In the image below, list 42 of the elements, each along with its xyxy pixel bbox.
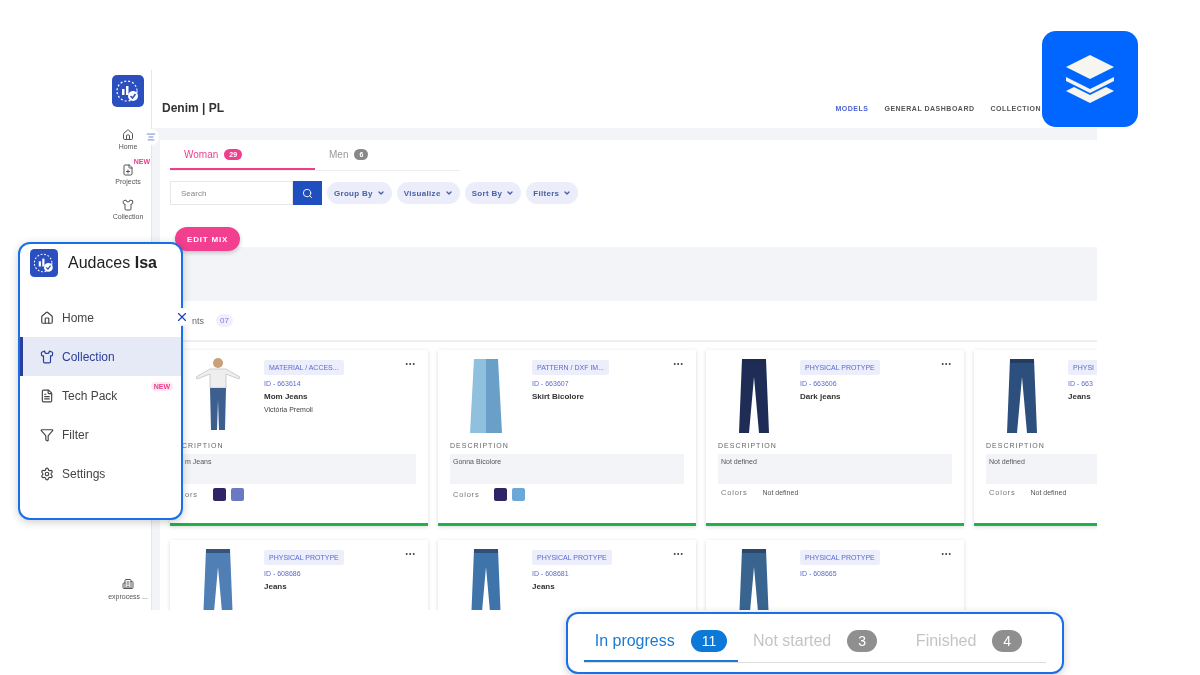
caret-icon xyxy=(376,189,385,197)
menu-item[interactable]: Collection xyxy=(20,337,181,376)
dropdown-button[interactable]: Visualize xyxy=(396,182,460,204)
app-icon[interactable] xyxy=(1042,31,1138,127)
document-icon xyxy=(40,388,54,403)
caret-icon xyxy=(444,189,453,197)
dropdown-button[interactable]: Filters xyxy=(526,182,579,204)
caret-icon xyxy=(506,189,515,197)
close-icon xyxy=(175,310,189,324)
building-icon xyxy=(122,578,134,590)
search-button[interactable] xyxy=(293,181,322,205)
count-badge: 4 xyxy=(992,630,1023,652)
product-name: Dark jeans xyxy=(800,392,842,401)
product-name: Mom Jeans xyxy=(264,392,309,401)
brand-name: Audaces Isa xyxy=(68,254,157,272)
settings-icon xyxy=(40,466,54,481)
logo-icon xyxy=(30,249,58,277)
home-icon xyxy=(122,129,134,141)
section-label: nts xyxy=(192,315,204,326)
status-tab[interactable]: In progress 11 xyxy=(584,622,738,662)
menu-item[interactable]: Home xyxy=(20,298,181,337)
dropdown-button[interactable]: Sort By xyxy=(464,182,522,204)
shirt-icon xyxy=(40,349,54,364)
caret-icon xyxy=(563,189,572,197)
document-plus-icon xyxy=(122,164,134,176)
filter-icon xyxy=(40,427,54,442)
page-title: Denim | PL xyxy=(162,101,225,115)
product-name: Jeans xyxy=(264,582,288,591)
product-name: Skirt Bicolore xyxy=(532,392,585,401)
search-field[interactable]: Search xyxy=(170,181,293,205)
dropdown-button[interactable]: Group By xyxy=(327,182,392,204)
count-badge: 11 xyxy=(690,630,728,652)
product-name: Jeans xyxy=(532,582,556,591)
edit-mix-button[interactable]: EDIT MIX xyxy=(175,227,241,251)
logo-icon xyxy=(112,75,144,107)
menu-icon xyxy=(146,132,156,142)
search-icon xyxy=(302,187,313,199)
home-icon xyxy=(40,310,54,325)
product-name: Jeans xyxy=(1068,392,1092,401)
count-badge: 3 xyxy=(847,630,878,652)
shirt-icon xyxy=(122,199,134,211)
count-badge: 07 xyxy=(216,314,233,327)
